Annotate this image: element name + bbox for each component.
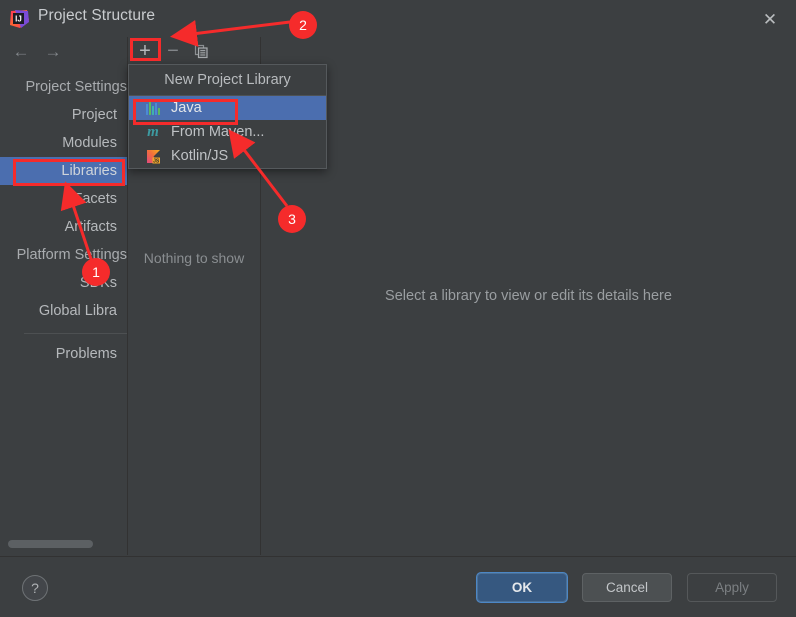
maven-icon: m (147, 123, 159, 140)
libraries-toolbar: + − (128, 37, 260, 65)
forward-arrow-icon[interactable]: → (42, 42, 64, 62)
library-details-pane: Select a library to view or edit its det… (261, 37, 796, 555)
settings-sidebar: ← → Project Settings Project Modules Lib… (0, 37, 128, 555)
help-button[interactable]: ? (22, 575, 48, 601)
ok-button[interactable]: OK (477, 573, 567, 602)
sidebar-horizontal-scrollbar[interactable] (8, 540, 93, 548)
sidebar-divider (24, 333, 127, 334)
copy-library-button[interactable] (190, 40, 212, 62)
tree-group-project-settings: Project Settings (25, 79, 127, 95)
popup-item-label: From Maven... (171, 124, 265, 140)
details-empty-message: Select a library to view or edit its det… (385, 288, 672, 304)
apply-button[interactable]: Apply (687, 573, 777, 602)
popup-item-label: Java (171, 100, 202, 116)
sidebar-item-project[interactable]: Project (0, 101, 127, 129)
popup-item-kotlin-js[interactable]: JS Kotlin/JS (129, 144, 326, 168)
popup-title: New Project Library (129, 65, 326, 96)
java-icon (144, 100, 162, 116)
popup-item-label: Kotlin/JS (171, 148, 229, 164)
popup-item-java[interactable]: Java (129, 96, 326, 120)
back-arrow-icon[interactable]: ← (10, 42, 32, 62)
svg-text:IJ: IJ (15, 15, 22, 24)
popup-item-from-maven[interactable]: m From Maven... (129, 120, 326, 144)
title-bar: IJ Project Structure ✕ (0, 0, 796, 37)
window-title: Project Structure (38, 7, 156, 24)
cancel-button[interactable]: Cancel (582, 573, 672, 602)
libraries-empty-message: Nothing to show (143, 250, 245, 266)
add-library-button[interactable]: + (134, 40, 156, 62)
close-icon[interactable]: ✕ (758, 7, 782, 31)
sidebar-item-global-libraries[interactable]: Global Libra (0, 297, 127, 325)
tree-group-platform-settings: Platform Settings (16, 247, 127, 263)
dialog-footer (0, 556, 796, 617)
sidebar-item-modules[interactable]: Modules (0, 129, 127, 157)
svg-text:JS: JS (153, 158, 160, 164)
remove-library-button[interactable]: − (162, 40, 184, 62)
kotlin-js-icon: JS (144, 148, 162, 164)
copy-icon (194, 44, 208, 58)
intellij-idea-logo-icon: IJ (10, 10, 29, 28)
sidebar-item-facets[interactable]: Facets (0, 185, 127, 213)
sidebar-item-libraries[interactable]: Libraries (0, 157, 127, 185)
new-project-library-popup: New Project Library Java m From Maven... (128, 64, 327, 169)
settings-tree: Project Settings Project Modules Librari… (0, 73, 127, 368)
navigation-arrows: ← → (0, 37, 127, 67)
sidebar-item-artifacts[interactable]: Artifacts (0, 213, 127, 241)
sidebar-item-problems[interactable]: Problems (0, 340, 127, 368)
project-structure-dialog: IJ Project Structure ✕ ← → Project Setti… (0, 0, 796, 617)
sidebar-item-sdks[interactable]: SDKs (0, 269, 127, 297)
